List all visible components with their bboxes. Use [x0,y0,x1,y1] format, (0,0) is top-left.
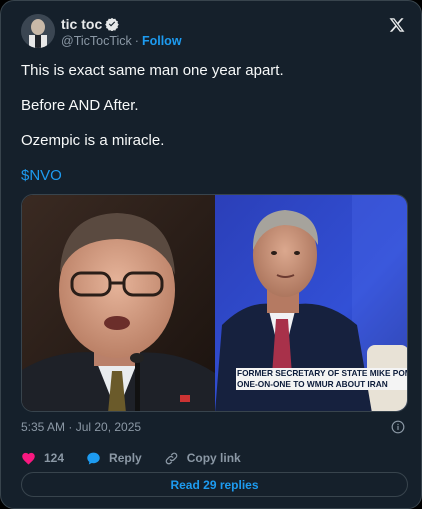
tweet-line-1: This is exact same man one year apart. [21,62,284,79]
x-logo-icon [389,18,405,32]
verified-badge-icon [105,17,120,31]
timestamp-row: 5:35 AM · Jul 20, 2025 [21,420,405,436]
author-handle[interactable]: @TicTocTick [61,34,132,48]
info-icon[interactable] [391,420,405,434]
like-count: 124 [44,451,65,465]
separator-dot: · [134,34,139,48]
author-name[interactable]: tic toc [61,16,102,32]
tweet-line-3: Ozempic is a miracle. [21,132,165,149]
link-icon [165,452,177,464]
speech-bubble-icon [87,452,100,464]
action-bar: 124 Reply Copy link [21,450,263,466]
handle-row: @TicTocTick · Follow [61,34,182,48]
tweet-card: tic toc @TicTocTick · Follow This is exa… [0,0,422,509]
tweet-media[interactable]: FORMER SECRETARY OF STATE MIKE POMPEO TA… [21,194,408,412]
read-replies-button[interactable]: Read 29 replies [21,472,408,497]
tweet-header: tic toc @TicTocTick · Follow [21,13,409,53]
copy-link-button[interactable]: Copy link [164,451,241,466]
tweet-text: This is exact same man one year apart. B… [21,61,405,201]
heart-icon [22,452,35,464]
reply-label: Reply [109,451,142,465]
media-caption-line-2: ONE-ON-ONE TO WMUR ABOUT IRAN [237,378,388,389]
follow-button[interactable]: Follow [142,34,182,48]
close-button[interactable] [385,13,409,37]
tweet-line-2: Before AND After. [21,97,139,114]
reply-button[interactable]: Reply [86,451,142,466]
read-replies-label: Read 29 replies [170,477,259,492]
cashtag-link[interactable]: $NVO [21,167,62,184]
avatar[interactable] [21,14,55,48]
media-caption-line-1: FORMER SECRETARY OF STATE MIKE POMPEO TA… [237,368,407,378]
media-caption: FORMER SECRETARY OF STATE MIKE POMPEO TA… [236,368,407,390]
copy-link-label: Copy link [186,451,241,465]
tweet-timestamp[interactable]: 5:35 AM · Jul 20, 2025 [21,420,141,434]
like-button[interactable]: 124 [21,451,64,466]
name-row: tic toc [61,16,120,32]
